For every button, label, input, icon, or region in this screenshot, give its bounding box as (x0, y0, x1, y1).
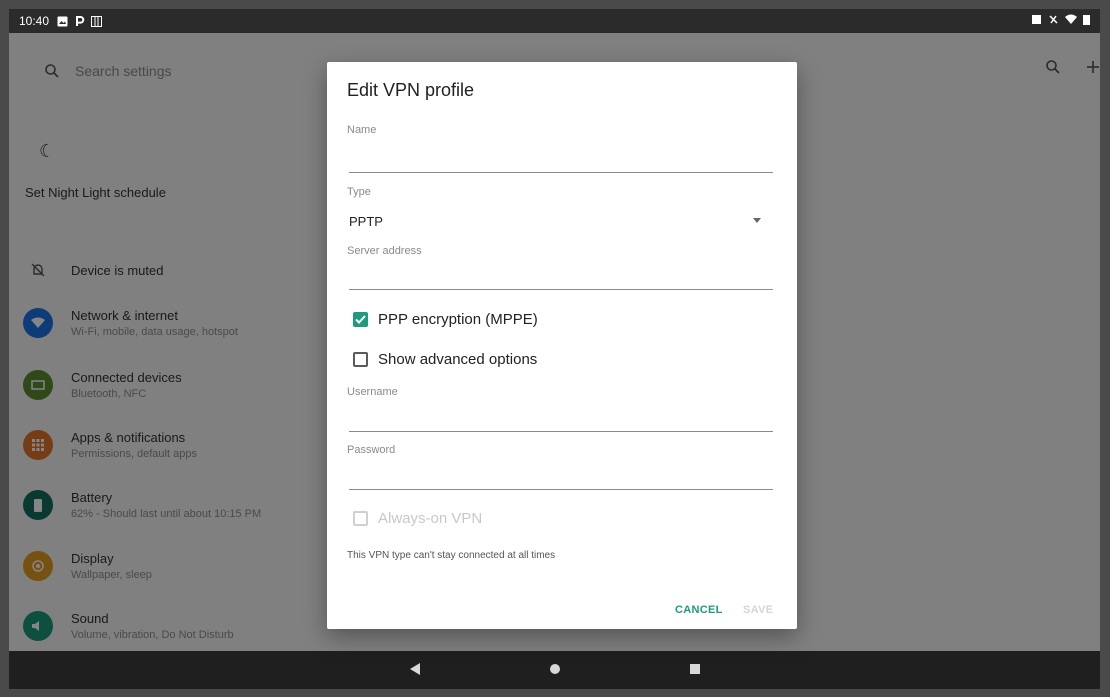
type-select[interactable]: PPTP (349, 214, 383, 229)
dropdown-arrow-icon[interactable] (753, 218, 761, 223)
password-underline (349, 489, 773, 490)
checkbox-disabled-icon (353, 511, 368, 526)
recents-icon[interactable] (685, 662, 705, 678)
username-field[interactable] (349, 408, 773, 430)
always-on-vpn-label: Always-on VPN (378, 510, 483, 527)
status-time: 10:40 (19, 14, 50, 28)
vibrate-off-icon (1048, 14, 1059, 28)
status-icons (1031, 14, 1090, 28)
dialog-title: Edit VPN profile (347, 80, 475, 100)
password-label: Password (347, 444, 396, 456)
ppp-encryption-label: PPP encryption (MPPE) (378, 311, 538, 328)
parking-notification-icon (74, 15, 85, 27)
home-icon[interactable] (545, 662, 565, 678)
name-label: Name (347, 124, 377, 136)
edit-vpn-dialog: Edit VPN profile Name Type PPTP Server a… (327, 62, 797, 629)
server-address-label: Server address (347, 245, 422, 257)
show-advanced-checkbox[interactable]: Show advanced options (353, 351, 537, 368)
battery-icon (1083, 14, 1090, 28)
name-field[interactable] (349, 148, 773, 170)
ppp-encryption-checkbox[interactable]: PPP encryption (MPPE) (353, 311, 538, 328)
name-underline (349, 172, 773, 173)
wifi-icon (1065, 14, 1077, 28)
always-on-vpn-checkbox: Always-on VPN (353, 510, 482, 527)
checkbox-checked-icon (353, 312, 368, 327)
save-button[interactable]: SAVE (743, 604, 773, 616)
status-bar: 10:40 (9, 9, 1100, 33)
always-on-note: This VPN type can't stay connected at al… (347, 550, 556, 561)
username-label: Username (347, 386, 398, 398)
server-address-field[interactable] (349, 266, 773, 288)
back-icon[interactable] (405, 662, 425, 679)
username-underline (349, 431, 773, 432)
navigation-bar (9, 651, 1100, 689)
device-screen: 10:40 Search settings ☾ Set Night Light (9, 9, 1100, 689)
password-field[interactable] (349, 466, 773, 488)
checkbox-unchecked-icon (353, 352, 368, 367)
type-label: Type (347, 186, 371, 198)
keyboard-notification-icon (91, 15, 103, 27)
image-notification-icon (57, 16, 68, 27)
server-underline (349, 289, 773, 290)
show-advanced-label: Show advanced options (378, 351, 538, 368)
vpn-key-icon (1031, 14, 1042, 28)
cancel-button[interactable]: CANCEL (675, 604, 723, 616)
